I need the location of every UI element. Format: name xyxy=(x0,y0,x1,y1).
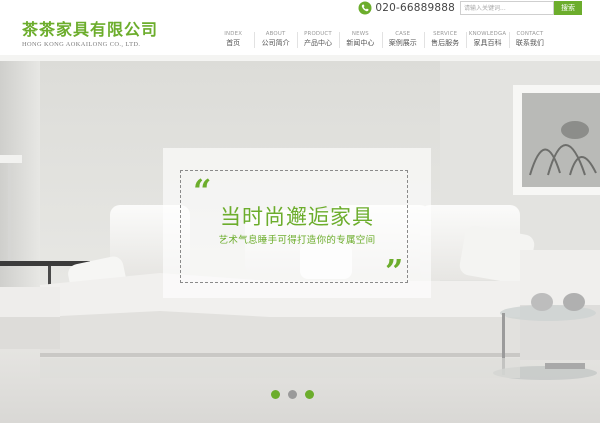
phone-icon xyxy=(358,1,372,15)
nav-label-cn: 新闻中心 xyxy=(346,39,375,47)
slider-dot-2[interactable] xyxy=(288,390,297,399)
nav-label-cn: 产品中心 xyxy=(303,39,332,47)
nav-label-en: SERVICE xyxy=(433,31,458,37)
open-quote-icon: “ xyxy=(193,172,212,210)
banner-headline: 当时尚邂逅家具 xyxy=(220,205,374,229)
slider-dot-1[interactable] xyxy=(271,390,280,399)
search-input[interactable] xyxy=(460,1,554,15)
nav-label-en: PRODUCT xyxy=(304,31,332,37)
logo[interactable]: 茶茶家具有限公司 HONG KONG AOKAILONG CO., LTD. xyxy=(22,22,162,50)
nav-label-cn: 家具百科 xyxy=(473,39,502,47)
search-button[interactable]: 搜索 xyxy=(554,1,582,15)
top-bar: 020-66889888 搜索 xyxy=(358,0,582,16)
slider-dot-3[interactable] xyxy=(305,390,314,399)
banner-caption-box: “ 当时尚邂逅家具 艺术气息睡手可得打造你的专属空间 ” xyxy=(163,148,431,298)
nav-label-en: NEWS xyxy=(351,31,369,37)
phone-number: 020-66889888 xyxy=(375,2,455,14)
logo-name-cn: 茶茶家具有限公司 xyxy=(22,20,159,39)
banner-subline: 艺术气息睡手可得打造你的专属空间 xyxy=(218,235,376,246)
nav-label-cn: 售后服务 xyxy=(431,39,460,47)
nav-item-case[interactable]: CASE 案例展示 xyxy=(381,30,424,50)
nav-label-cn: 首页 xyxy=(226,39,241,47)
nav-label-cn: 联系我们 xyxy=(515,39,544,47)
nav-label-en: CASE xyxy=(395,31,411,37)
nav-label-cn: 案例展示 xyxy=(388,39,417,47)
nav-label-en: INDEX xyxy=(224,31,243,37)
nav-label-en: KNOWLEDGA xyxy=(468,31,507,37)
slider-pagination xyxy=(271,390,322,399)
nav-item-knowledge[interactable]: KNOWLEDGA 家具百科 xyxy=(466,30,508,50)
close-quote-icon: ” xyxy=(385,252,404,290)
nav-item-service[interactable]: SERVICE 售后服务 xyxy=(423,30,466,50)
nav-item-contact[interactable]: CONTACT 联系我们 xyxy=(508,30,551,50)
main-nav: INDEX 首页 ABOUT 公司简介 PRODUCT 产品中心 NEWS 新闻… xyxy=(212,30,551,50)
logo-name-en: HONG KONG AOKAILONG CO., LTD. xyxy=(22,41,141,48)
nav-label-cn: 公司简介 xyxy=(261,39,290,47)
site-header: 茶茶家具有限公司 HONG KONG AOKAILONG CO., LTD. 0… xyxy=(0,0,600,55)
nav-item-news[interactable]: NEWS 新闻中心 xyxy=(339,30,381,50)
nav-item-about[interactable]: ABOUT 公司简介 xyxy=(254,30,296,50)
hero-banner: “ 当时尚邂逅家具 艺术气息睡手可得打造你的专属空间 ” xyxy=(0,55,600,423)
nav-label-en: CONTACT xyxy=(516,31,544,37)
nav-item-index[interactable]: INDEX 首页 xyxy=(212,30,254,50)
nav-item-product[interactable]: PRODUCT 产品中心 xyxy=(296,30,339,50)
nav-label-en: ABOUT xyxy=(265,31,286,37)
